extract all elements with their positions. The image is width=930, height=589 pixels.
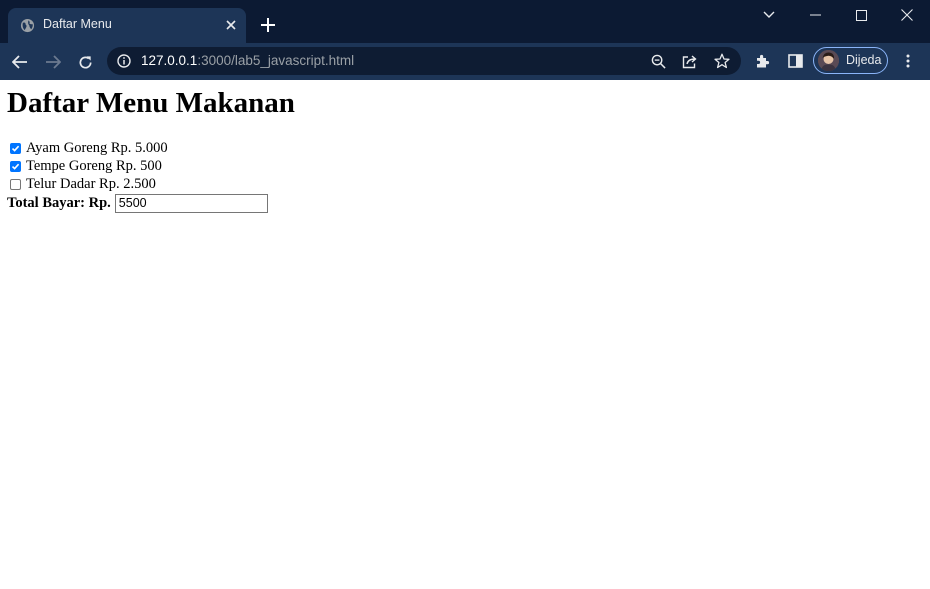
total-label: Total Bayar: Rp.: [7, 194, 111, 211]
tab-search-chevron-icon[interactable]: [746, 0, 792, 30]
checkbox-tempe-goreng[interactable]: [10, 160, 21, 172]
share-icon[interactable]: [681, 52, 699, 70]
side-panel-icon[interactable]: [786, 52, 804, 70]
forward-arrow-icon[interactable]: [40, 49, 66, 75]
avatar: [818, 50, 839, 71]
browser-title-bar: Daftar Menu: [0, 0, 930, 43]
site-info-icon[interactable]: [117, 54, 131, 68]
total-input[interactable]: 5500: [114, 193, 268, 213]
total-row: Total Bayar: Rp. 5500: [7, 193, 268, 213]
url-path: :3000/lab5_javascript.html: [197, 53, 355, 68]
url-text[interactable]: 127.0.0.1:3000/lab5_javascript.html: [141, 53, 354, 68]
profile-button[interactable]: Dijeda: [813, 47, 888, 74]
tab-daftar-menu[interactable]: Daftar Menu: [8, 8, 246, 43]
close-tab-icon[interactable]: [222, 16, 240, 34]
kebab-menu-icon[interactable]: [899, 52, 917, 70]
page-title: Daftar Menu Makanan: [7, 87, 295, 119]
globe-icon: [20, 18, 35, 33]
back-arrow-icon[interactable]: [7, 49, 33, 75]
menu-item-label: Telur Dadar Rp. 2.500: [26, 175, 156, 192]
menu-item-ayam-goreng[interactable]: Ayam Goreng Rp. 5.000: [7, 139, 168, 157]
zoom-icon[interactable]: [649, 52, 667, 70]
minimize-icon[interactable]: [792, 0, 838, 30]
checkbox-ayam-goreng[interactable]: [10, 142, 21, 154]
browser-toolbar: 127.0.0.1:3000/lab5_javascript.html Dije…: [0, 43, 930, 80]
menu-item-label: Tempe Goreng Rp. 500: [26, 157, 162, 174]
url-host: 127.0.0.1: [141, 53, 198, 68]
extensions-puzzle-icon[interactable]: [754, 52, 772, 70]
menu-item-telur-dadar[interactable]: Telur Dadar Rp. 2.500: [7, 175, 156, 193]
page-viewport: Daftar Menu Makanan Ayam Goreng Rp. 5.00…: [0, 80, 930, 589]
menu-item-tempe-goreng[interactable]: Tempe Goreng Rp. 500: [7, 157, 162, 175]
tab-title: Daftar Menu: [43, 17, 112, 31]
bookmark-star-icon[interactable]: [713, 52, 731, 70]
profile-name: Dijeda: [846, 53, 882, 67]
menu-item-label: Ayam Goreng Rp. 5.000: [26, 139, 168, 156]
reload-icon[interactable]: [72, 49, 98, 75]
close-window-icon[interactable]: [884, 0, 930, 30]
new-tab-plus-icon[interactable]: [258, 15, 278, 35]
address-bar[interactable]: 127.0.0.1:3000/lab5_javascript.html: [107, 47, 741, 75]
checkbox-telur-dadar[interactable]: [10, 178, 21, 190]
maximize-icon[interactable]: [838, 0, 884, 30]
